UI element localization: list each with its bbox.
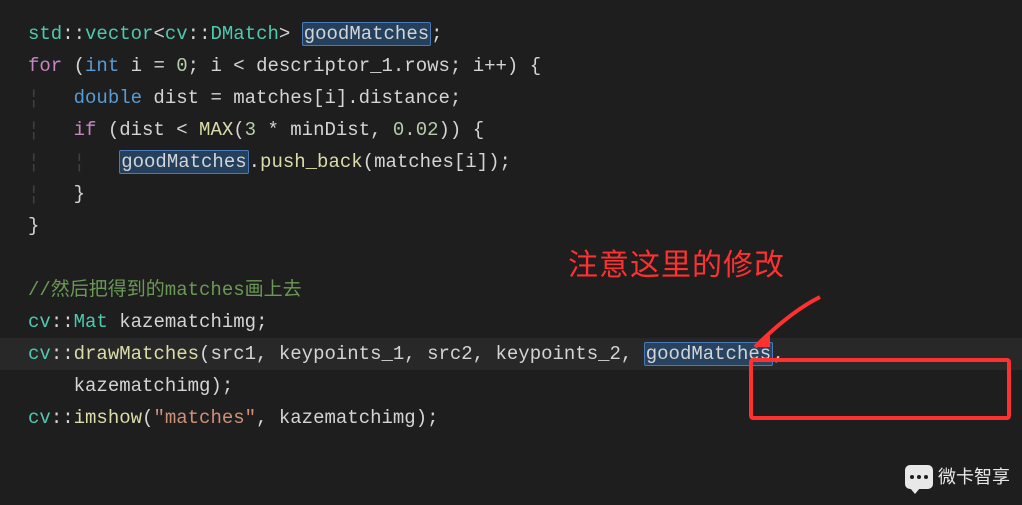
token-punct: } <box>74 183 85 205</box>
token-punct: ; i < descriptor_1.rows; i++) { <box>188 55 541 77</box>
code-line: //然后把得到的matches画上去 <box>28 274 1022 306</box>
chat-icon <box>905 465 933 489</box>
token-punct: ( <box>62 55 85 77</box>
code-line: std::vector<cv::DMatch> goodMatches; <box>28 18 1022 50</box>
token-keyword: for <box>28 55 62 77</box>
indent-guide: ¦ <box>28 87 74 109</box>
token-keyword: if <box>74 119 97 141</box>
token-punct: kazematchimg); <box>74 375 234 397</box>
token-class: Mat <box>74 311 108 333</box>
token-number: 0 <box>176 55 187 77</box>
token-punct: ( <box>233 119 244 141</box>
indent-guide: ¦ <box>28 119 74 141</box>
token-namespace: cv <box>28 311 51 333</box>
code-line-current: cv::drawMatches(src1, keypoints_1, src2,… <box>0 338 1022 370</box>
token-punct: i = <box>119 55 176 77</box>
token-class: vector <box>85 23 153 45</box>
token-comment: //然后把得到的matches画上去 <box>28 279 302 301</box>
code-line: for (int i = 0; i < descriptor_1.rows; i… <box>28 50 1022 82</box>
token-namespace: std <box>28 23 62 45</box>
token-type: double <box>74 87 142 109</box>
token-func: drawMatches <box>74 343 199 365</box>
token-punct: )) { <box>439 119 485 141</box>
code-line: kazematchimg); <box>28 370 1022 402</box>
token-punct: kazematchimg; <box>108 311 268 333</box>
token-punct: ( <box>142 407 153 429</box>
token-punct: (dist < <box>96 119 199 141</box>
token-highlight-var: goodMatches <box>119 150 248 174</box>
code-line: } <box>28 210 1022 242</box>
token-punct: :: <box>51 343 74 365</box>
indent-guide: ¦ <box>28 183 74 205</box>
annotation-text: 注意这里的修改 <box>568 250 785 282</box>
annotation-arrow-icon <box>740 292 840 362</box>
token-punct: (matches[i]); <box>363 151 511 173</box>
token-punct: ; <box>431 23 442 45</box>
token-number: 3 <box>245 119 256 141</box>
code-line: ¦ ¦ goodMatches.push_back(matches[i]); <box>28 146 1022 178</box>
token-func: imshow <box>74 407 142 429</box>
token-highlight-var: goodMatches <box>302 22 431 46</box>
token-punct: :: <box>51 407 74 429</box>
token-class: DMatch <box>210 23 278 45</box>
token-punct: * minDist, <box>256 119 393 141</box>
token-punct: , kazematchimg); <box>256 407 438 429</box>
token-punct: . <box>249 151 260 173</box>
token-punct: :: <box>62 23 85 45</box>
code-line: cv::imshow("matches", kazematchimg); <box>28 402 1022 434</box>
token-namespace: cv <box>165 23 188 45</box>
token-type: int <box>85 55 119 77</box>
indent-guide: ¦ ¦ <box>28 151 119 173</box>
token-punct: :: <box>188 23 211 45</box>
code-line: ¦ if (dist < MAX(3 * minDist, 0.02)) { <box>28 114 1022 146</box>
token-punct: dist = matches[i].distance; <box>142 87 461 109</box>
token-func: push_back <box>260 151 363 173</box>
token-namespace: cv <box>28 407 51 429</box>
code-line: ¦ double dist = matches[i].distance; <box>28 82 1022 114</box>
token-punct: > <box>279 23 302 45</box>
code-line: ¦ } <box>28 178 1022 210</box>
token-punct: < <box>153 23 164 45</box>
token-macro: MAX <box>199 119 233 141</box>
token-number: 0.02 <box>393 119 439 141</box>
indent <box>28 375 74 397</box>
watermark-text: 微卡智享 <box>938 461 1010 493</box>
code-line: cv::Mat kazematchimg; <box>28 306 1022 338</box>
token-punct: } <box>28 215 39 237</box>
token-punct: (src1, keypoints_1, src2, keypoints_2, <box>199 343 632 365</box>
token-namespace: cv <box>28 343 51 365</box>
token-punct: :: <box>51 311 74 333</box>
watermark: 微卡智享 <box>905 461 1010 493</box>
code-line-blank <box>28 242 1022 274</box>
token-string: "matches" <box>153 407 256 429</box>
